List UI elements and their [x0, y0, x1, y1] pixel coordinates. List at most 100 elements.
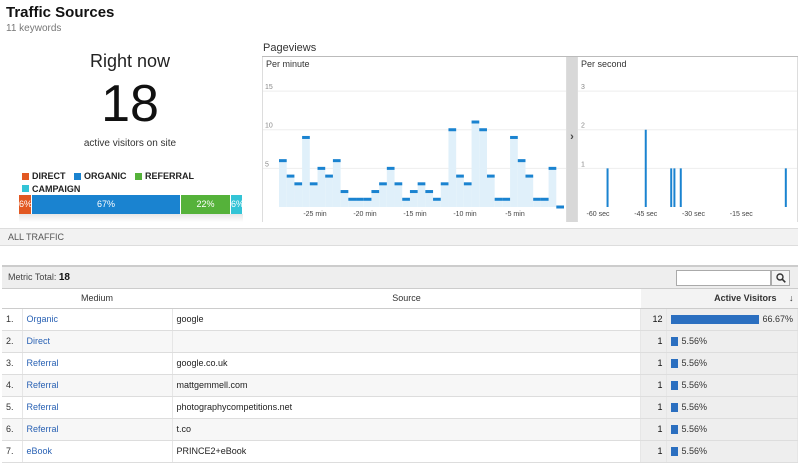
right-now-heading: Right now [89, 51, 171, 71]
percent-cell: 5.56% [666, 352, 798, 375]
minute-area [309, 183, 318, 207]
minute-bar [433, 197, 441, 201]
x-tick-label: -5 min [505, 211, 525, 218]
medium-link[interactable]: eBook [27, 446, 53, 456]
minute-bar [417, 182, 426, 186]
minute-bar [309, 182, 318, 186]
minute-area [371, 191, 380, 207]
medium-link[interactable]: Referral [27, 424, 59, 434]
table-row[interactable]: 5. Referral photographycompetitions.net 1 5.… [2, 396, 798, 419]
share-segment-referral[interactable]: 22% [181, 195, 231, 214]
all-traffic-header[interactable]: ALL TRAFFIC [0, 228, 798, 246]
legend-swatch [135, 172, 143, 180]
share-segment-campaign[interactable]: 6% [231, 195, 243, 214]
source-cell: t.co [172, 418, 642, 441]
legend-label: REFERRAL [145, 171, 195, 181]
source-cell: mattgemmell.com [172, 374, 642, 397]
legend-label: CAMPAIGN [32, 183, 81, 194]
row-number: 4. [2, 374, 23, 397]
legend-swatch [74, 172, 82, 180]
percent-label: 5.56% [681, 446, 707, 456]
minute-area [279, 160, 287, 207]
table-row[interactable]: 6. Referral t.co 1 5.56% [2, 418, 798, 441]
chevron-right-icon: › [570, 131, 574, 143]
minute-bar [340, 190, 349, 194]
medium-link[interactable]: Direct [27, 336, 51, 346]
minute-bar [294, 182, 303, 186]
minute-bar [440, 182, 449, 186]
table-row[interactable]: 7. eBook PRINCE2+eBook 1 5.56% [2, 440, 798, 463]
row-number: 7. [2, 440, 23, 463]
active-visitor-count: 18 [101, 75, 159, 133]
minute-area [517, 160, 526, 207]
minute-bar [379, 182, 387, 186]
percent-bar [671, 402, 679, 412]
per-minute-chart[interactable]: Per minute 15 10 5 -25 min -20 min -15 min -10… [262, 57, 567, 222]
medium-link[interactable]: Referral [27, 358, 59, 368]
column-header-medium[interactable]: Medium [22, 289, 172, 309]
minute-bar [540, 197, 549, 201]
column-header-active-visitors[interactable]: Active Visitors ↓ [640, 289, 798, 309]
minute-bar [548, 166, 557, 170]
active-visitors-value: 12 [640, 308, 668, 331]
share-segment-direct[interactable]: 6% [19, 195, 32, 214]
active-visitors-value: 1 [640, 418, 668, 441]
search-button[interactable] [771, 270, 790, 286]
legend-swatch [22, 185, 29, 192]
minute-area [548, 168, 557, 207]
minute-bar [456, 174, 464, 178]
percent-label: 5.56% [681, 380, 707, 390]
table-row[interactable]: 4. Referral mattgemmell.com 1 5.56% [2, 374, 798, 397]
minute-bar [386, 166, 395, 170]
share-segment-organic[interactable]: 67% [32, 195, 181, 214]
share-bar-shadow [19, 214, 243, 222]
percent-bar [671, 380, 679, 390]
minute-bar [409, 190, 418, 194]
minute-area [394, 183, 403, 207]
x-tick-label: -30 sec [682, 211, 705, 218]
per-second-chart[interactable]: Per second 3 2 1 -60 sec -45 sec -30 sec -15 s… [577, 57, 798, 222]
y-tick-label: 5 [265, 161, 269, 168]
second-spike [644, 129, 647, 207]
row-number: 5. [2, 396, 23, 419]
minute-bar [332, 159, 341, 163]
active-visitors-label: Active Visitors [714, 293, 777, 304]
column-header-source[interactable]: Source [172, 289, 641, 309]
chart-expand-toggle[interactable]: › [567, 57, 577, 222]
minute-bar [533, 197, 541, 201]
minute-bar [494, 197, 503, 201]
legend-swatch [22, 172, 29, 180]
minute-bar [286, 174, 295, 178]
medium-link[interactable]: Referral [27, 380, 59, 390]
percent-cell: 5.56% [666, 374, 798, 397]
search-input[interactable] [676, 270, 771, 286]
minute-area [286, 176, 295, 207]
traffic-share-bar[interactable]: 6% 67% 22% 6% [19, 195, 243, 214]
minute-bar [471, 120, 480, 124]
minute-bar [425, 190, 434, 194]
row-number: 2. [2, 330, 23, 353]
minute-bar [525, 174, 534, 178]
minute-area [417, 183, 426, 207]
percent-bar [671, 314, 760, 324]
minute-bar [348, 197, 357, 201]
source-cell: google [172, 308, 642, 331]
table-row[interactable]: 3. Referral google.co.uk 1 5.56% [2, 352, 798, 375]
column-header-index [2, 289, 22, 309]
source-cell: PRINCE2+eBook [172, 440, 642, 463]
medium-link[interactable]: Referral [27, 402, 59, 412]
minute-area [471, 122, 480, 207]
y-tick-label: 2 [581, 123, 585, 130]
minute-area [379, 183, 387, 207]
sort-arrow-icon: ↓ [789, 293, 794, 304]
source-cell [172, 330, 642, 353]
source-cell: photographycompetitions.net [172, 396, 642, 419]
legend-item-referral: REFERRAL [135, 170, 194, 182]
minute-area [294, 183, 303, 207]
legend-item-direct: DIRECT [22, 170, 66, 182]
table-row[interactable]: 1. Organic google 12 66.67% [2, 308, 798, 331]
minute-area [409, 191, 418, 207]
medium-link[interactable]: Organic [27, 314, 59, 324]
table-row[interactable]: 2. Direct 1 5.56% [2, 330, 798, 353]
traffic-table: Medium Source Active Visitors ↓ 1. Organi… [2, 289, 798, 463]
